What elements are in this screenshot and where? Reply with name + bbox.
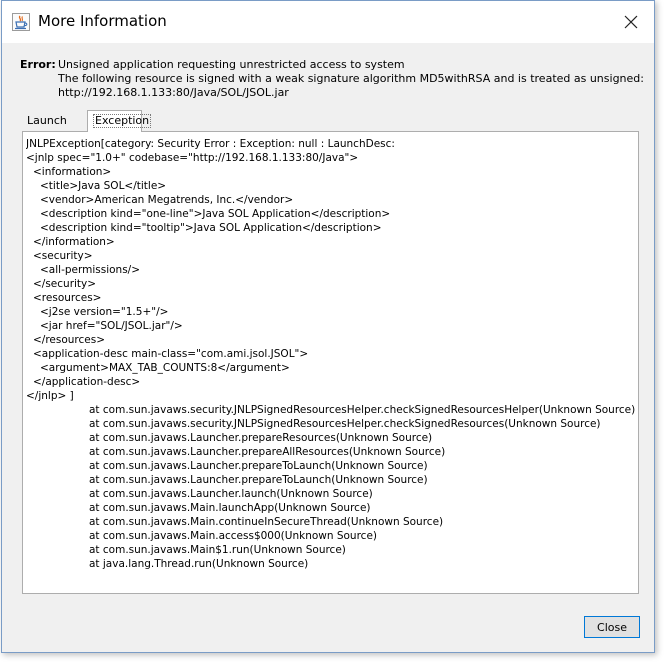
tab-exception-label: Exception [93, 114, 152, 128]
close-button[interactable]: Close [584, 616, 640, 638]
tab-launch-file[interactable]: Launch File [22, 112, 86, 145]
error-line-detail: The following resource is signed with a … [58, 72, 644, 85]
exception-line: at com.sun.javaws.Main.launchApp(Unknown… [89, 502, 371, 514]
error-line-url: http://192.168.1.133:80/Java/SOL/JSOL.ja… [58, 86, 289, 99]
exception-panel: JNLPException[category: Security Error :… [22, 131, 639, 594]
exception-line: <information> [33, 166, 112, 178]
java-cup-icon [12, 13, 30, 31]
exception-line: <title>Java SOL</title> [40, 180, 167, 192]
exception-line: at com.sun.javaws.Launcher.prepareToLaun… [89, 474, 428, 486]
exception-line: at com.sun.javaws.security.JNLPSignedRes… [89, 404, 635, 416]
window-title: More Information [38, 12, 167, 30]
exception-line: <security> [33, 250, 93, 262]
error-lines: Unsigned application requesting unrestri… [58, 58, 644, 100]
exception-line: </security> [33, 278, 97, 290]
close-icon[interactable] [618, 9, 644, 35]
exception-line: at java.lang.Thread.run(Unknown Source) [89, 558, 309, 570]
exception-line: at com.sun.javaws.Launcher.launch(Unknow… [89, 488, 373, 500]
exception-line: <description kind="one-line">Java SOL Ap… [40, 208, 391, 220]
exception-text-area[interactable]: JNLPException[category: Security Error :… [26, 137, 635, 590]
tab-exception[interactable]: Exception [87, 110, 152, 132]
exception-line: </jnlp> ] [26, 390, 74, 402]
exception-line: at com.sun.javaws.Launcher.prepareAllRes… [89, 446, 446, 458]
error-line-summary: Unsigned application requesting unrestri… [58, 58, 405, 71]
exception-line: <j2se version="1.5+"/> [40, 306, 169, 318]
exception-line: </resources> [33, 334, 106, 346]
exception-line: at com.sun.javaws.Main.continueInSecureT… [89, 516, 444, 528]
exception-line: at com.sun.javaws.Main$1.run(Unknown Sou… [89, 544, 346, 556]
exception-line: <jar href="SOL/JSOL.jar"/> [40, 320, 183, 332]
exception-line: at com.sun.javaws.Main.access$000(Unknow… [89, 530, 378, 542]
exception-line: at com.sun.javaws.security.JNLPSignedRes… [89, 418, 601, 430]
exception-line: at com.sun.javaws.Launcher.prepareResour… [89, 432, 433, 444]
exception-line: <all-permissions/> [40, 264, 141, 276]
more-information-dialog: More Information Error: Unsigned applica… [1, 0, 655, 653]
exception-line: </application-desc> [33, 376, 141, 388]
exception-line: <description kind="tooltip">Java SOL App… [40, 222, 382, 234]
exception-line: <application-desc main-class="com.ami.js… [33, 348, 309, 360]
error-label: Error: [20, 58, 56, 71]
exception-line: <jnlp spec="1.0+" codebase="http://192.1… [26, 152, 359, 164]
exception-line: JNLPException[category: Security Error :… [26, 138, 395, 150]
exception-line: <argument>MAX_TAB_COUNTS:8</argument> [40, 362, 290, 374]
exception-line: <vendor>American Megatrends, Inc.</vendo… [40, 194, 294, 206]
exception-line: at com.sun.javaws.Launcher.prepareToLaun… [89, 460, 428, 472]
title-bar: More Information [2, 1, 654, 43]
exception-line: <resources> [33, 292, 102, 304]
exception-line: </information> [33, 236, 115, 248]
